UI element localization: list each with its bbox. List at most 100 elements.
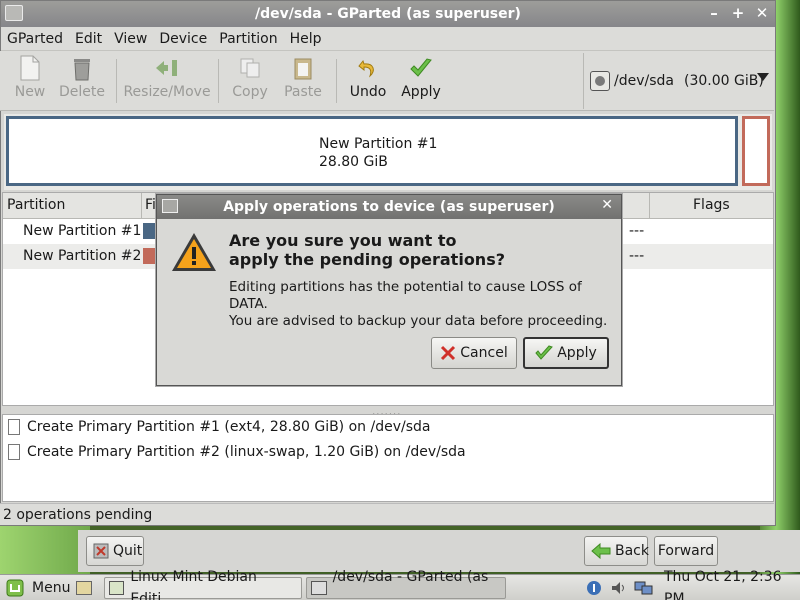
quit-button[interactable]: Quit	[86, 536, 144, 566]
mint-logo-icon	[6, 579, 24, 597]
disk-map-partition-2[interactable]	[742, 116, 770, 186]
undo-button[interactable]: Undo	[348, 55, 388, 107]
resize-move-button[interactable]: Resize/Move	[123, 55, 211, 107]
resize-move-label: Resize/Move	[123, 84, 211, 100]
dialog-message-line-2: You are advised to backup your data befo…	[229, 313, 608, 329]
back-button[interactable]: Back	[584, 536, 649, 566]
row-flags: ---	[629, 248, 645, 264]
pending-operations-list: Create Primary Partition #1 (ext4, 28.80…	[2, 414, 774, 502]
new-label: New	[14, 84, 46, 100]
cancel-button[interactable]: Cancel	[431, 337, 517, 369]
row-partition-name: New Partition #1	[23, 223, 142, 239]
quit-label: Quit	[113, 543, 143, 559]
apply-button[interactable]: Apply	[400, 55, 442, 107]
dialog-heading: Are you sure you want to apply the pendi…	[229, 231, 609, 269]
dialog-heading-line-2: apply the pending operations?	[229, 250, 505, 269]
taskbar-task-installer[interactable]: Linux Mint Debian Editi...	[104, 569, 302, 600]
taskbar: Menu Linux Mint Debian Editi... /dev/sda…	[0, 569, 800, 600]
chevron-down-icon	[757, 73, 769, 81]
menu-device[interactable]: Device	[153, 31, 213, 47]
installer-app-icon	[109, 581, 125, 595]
forward-label: Forward	[657, 543, 715, 559]
disk-map-partition-1[interactable]: New Partition #1 28.80 GiB	[6, 116, 738, 186]
update-icon[interactable]	[586, 577, 602, 599]
window-title: /dev/sda - GParted (as superuser)	[255, 6, 521, 22]
dialog-titlebar[interactable]: Apply operations to device (as superuser…	[157, 195, 621, 219]
menu-help[interactable]: Help	[284, 31, 328, 47]
device-selector[interactable]: /dev/sda (30.00 GiB)	[583, 53, 773, 109]
column-partition[interactable]: Partition	[7, 197, 65, 213]
clock[interactable]: Thu Oct 21, 2:36 PM	[664, 569, 800, 600]
partition-1-name: New Partition #1	[319, 136, 438, 152]
undo-arrow-icon	[355, 55, 381, 81]
close-button[interactable]: ✕	[755, 4, 769, 22]
dialog-app-icon	[162, 199, 178, 213]
undo-label: Undo	[349, 84, 387, 100]
harddisk-icon	[590, 71, 610, 91]
disk-map: New Partition #1 28.80 GiB	[4, 114, 772, 190]
operation-text: Create Primary Partition #2 (linux-swap,…	[27, 444, 466, 460]
window-app-icon	[5, 5, 23, 21]
toolbar-separator	[218, 59, 219, 103]
toolbar-separator	[116, 59, 117, 103]
back-arrow-icon	[591, 542, 611, 560]
column-flags[interactable]: Flags	[693, 197, 730, 213]
device-size: (30.00 GiB)	[683, 73, 764, 89]
menu-label: Menu	[32, 580, 71, 596]
apply-label: Apply	[401, 84, 441, 100]
cancel-x-icon	[440, 345, 456, 361]
window-titlebar[interactable]: /dev/sda - GParted (as superuser) – + ✕	[1, 1, 775, 27]
document-icon	[8, 419, 20, 435]
resize-arrows-icon	[154, 55, 180, 81]
copy-label: Copy	[232, 84, 268, 100]
dialog-apply-button[interactable]: Apply	[523, 337, 609, 369]
partition-1-size: 28.80 GiB	[319, 154, 388, 170]
copy-button[interactable]: Copy	[230, 55, 270, 107]
list-item[interactable]: Create Primary Partition #2 (linux-swap,…	[3, 440, 773, 465]
desktop-background-left	[0, 520, 90, 575]
menubar: GParted Edit View Device Partition Help	[1, 27, 775, 51]
show-desktop-button[interactable]	[76, 577, 92, 599]
clipboard-icon	[290, 55, 316, 81]
device-name: /dev/sda	[614, 73, 674, 89]
delete-label: Delete	[59, 84, 105, 100]
minimize-button[interactable]: –	[707, 4, 721, 22]
checkmark-icon	[408, 55, 434, 81]
operation-text: Create Primary Partition #1 (ext4, 28.80…	[27, 419, 431, 435]
quit-icon	[93, 543, 109, 559]
new-button[interactable]: New	[12, 55, 48, 107]
list-item[interactable]: Create Primary Partition #1 (ext4, 28.80…	[3, 415, 773, 440]
trash-icon	[69, 55, 95, 81]
close-icon[interactable]: ✕	[601, 197, 613, 213]
back-label: Back	[615, 543, 649, 559]
checkmark-icon	[535, 345, 554, 361]
row-flags: ---	[629, 223, 645, 239]
volume-icon[interactable]	[610, 577, 628, 599]
network-icon[interactable]	[634, 577, 654, 599]
toolbar-separator	[336, 59, 337, 103]
start-menu-button[interactable]: Menu	[6, 577, 70, 599]
dialog-message: Editing partitions has the potential to …	[229, 279, 614, 330]
delete-button[interactable]: Delete	[58, 55, 106, 107]
copy-icon	[237, 55, 263, 81]
document-icon	[8, 444, 20, 460]
dialog-title: Apply operations to device (as superuser…	[223, 199, 555, 215]
menu-edit[interactable]: Edit	[69, 31, 108, 47]
status-bar: 2 operations pending	[0, 503, 774, 525]
paste-label: Paste	[284, 84, 322, 100]
paste-button[interactable]: Paste	[282, 55, 324, 107]
apply-confirmation-dialog: Apply operations to device (as superuser…	[156, 194, 622, 386]
toolbar: New Delete Resize/Move Copy Paste Undo A…	[0, 51, 774, 111]
maximize-button[interactable]: +	[731, 4, 745, 22]
row-partition-name: New Partition #2	[23, 248, 142, 264]
forward-button[interactable]: Forward	[654, 536, 718, 566]
menu-gparted[interactable]: GParted	[1, 31, 69, 47]
dialog-message-line-1: Editing partitions has the potential to …	[229, 279, 582, 312]
taskbar-task-gparted[interactable]: /dev/sda - GParted (as ...	[306, 569, 506, 600]
menu-view[interactable]: View	[108, 31, 153, 47]
cancel-label: Cancel	[460, 345, 508, 361]
new-document-icon	[17, 55, 43, 81]
column-filesystem[interactable]: Fi	[145, 197, 156, 213]
menu-partition[interactable]: Partition	[213, 31, 283, 47]
folder-icon	[76, 581, 92, 595]
